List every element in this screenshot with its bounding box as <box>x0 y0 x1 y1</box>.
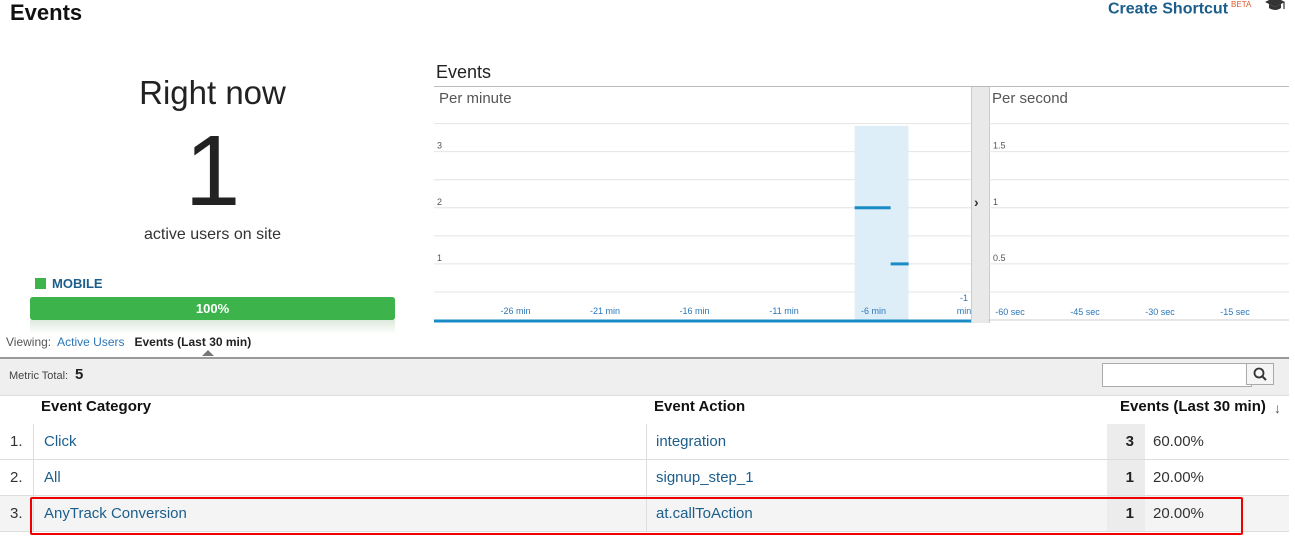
sort-desc-icon[interactable]: ↓ <box>1274 400 1281 416</box>
x-tick-label: -15 sec <box>1220 307 1250 317</box>
y-tick-label: 0.5 <box>993 253 1006 263</box>
table-search-button[interactable] <box>1246 363 1274 385</box>
mobile-legend-label: MOBILE <box>52 276 103 291</box>
page-title: Events <box>10 0 83 25</box>
create-shortcut-link[interactable]: Create Shortcut BETA <box>1108 0 1251 18</box>
col-events-last-30[interactable]: Events (Last 30 min) <box>1120 398 1266 415</box>
device-share-text: 100% <box>195 301 230 316</box>
bar-reflection <box>30 320 395 334</box>
highlight-box <box>30 497 1243 535</box>
event-count: 1 <box>1125 469 1134 486</box>
per-second-label: Per second <box>992 90 1068 107</box>
create-shortcut-label: Create Shortcut <box>1108 0 1229 18</box>
table-header-row <box>0 393 1289 425</box>
selected-caret <box>202 350 214 356</box>
y-tick-label: 2 <box>437 197 442 207</box>
event-category-link[interactable]: All <box>44 460 61 495</box>
bar[interactable] <box>890 262 909 266</box>
y-tick-label: 1.5 <box>993 141 1006 151</box>
chevron-right-icon[interactable]: › <box>974 194 979 210</box>
y-tick-label: 1 <box>993 197 998 207</box>
table-row <box>0 460 1289 496</box>
col-event-category[interactable]: Event Category <box>41 398 151 415</box>
viewing-switcher: Viewing: Active Users Events (Last 30 min) <box>6 335 251 349</box>
events-chart-title: Events <box>436 62 492 82</box>
event-action-link[interactable]: signup_step_1 <box>656 460 754 495</box>
graduation-cap-icon[interactable] <box>1264 0 1286 12</box>
search-icon <box>1253 367 1267 381</box>
per-second-chart: 0.5 1 1.5 -60 sec -45 sec -30 sec -15 sec <box>988 123 1289 321</box>
event-count: 3 <box>1125 433 1134 450</box>
row-index: 1. <box>10 433 23 450</box>
y-tick-label: 3 <box>437 141 442 151</box>
right-now-heading: Right now <box>139 74 286 111</box>
view-active-users-link[interactable]: Active Users <box>57 335 124 349</box>
y-tick-label: 1 <box>437 253 442 263</box>
x-tick-label: -11 min <box>769 306 798 316</box>
metric-total-value: 5 <box>75 366 84 383</box>
table-row <box>0 424 1289 460</box>
row-index: 3. <box>10 505 23 522</box>
x-tick-label: -1 <box>960 293 968 303</box>
active-users-count: 1 <box>184 115 241 227</box>
event-percent: 60.00% <box>1153 433 1204 450</box>
x-tick-label: -21 min <box>590 306 620 316</box>
col-event-action[interactable]: Event Action <box>654 398 745 415</box>
per-minute-chart: 1 2 3 -26 min -21 min -16 min -11 min -6 min -1 m… <box>434 123 972 323</box>
beta-badge: BETA <box>1231 0 1252 9</box>
highlight-band <box>854 126 909 320</box>
event-percent: 20.00% <box>1153 469 1204 486</box>
row-index: 2. <box>10 469 23 486</box>
x-tick-label: min <box>957 306 972 316</box>
x-tick-label: -16 min <box>680 306 710 316</box>
device-share-bar: 100% <box>30 297 395 320</box>
metric-total-bar <box>0 357 1289 396</box>
table-search-input[interactable] <box>1102 363 1252 387</box>
x-tick-label: -6 min <box>861 306 886 316</box>
events-title-rule <box>434 86 1289 87</box>
x-tick-label: -26 min <box>501 306 531 316</box>
event-action-link[interactable]: integration <box>656 424 726 459</box>
metric-total-label: Metric Total: <box>9 370 69 382</box>
per-minute-label: Per minute <box>439 90 512 107</box>
bar[interactable] <box>854 206 891 210</box>
mobile-legend-swatch <box>35 278 46 289</box>
x-tick-label: -45 sec <box>1070 307 1100 317</box>
active-users-label: active users on site <box>144 226 281 243</box>
view-events-selected[interactable]: Events (Last 30 min) <box>135 335 252 349</box>
event-category-link[interactable]: Click <box>44 424 77 459</box>
x-tick-label: -30 sec <box>1145 307 1175 317</box>
viewing-label: Viewing: <box>6 335 52 349</box>
x-tick-label: -60 sec <box>995 307 1025 317</box>
